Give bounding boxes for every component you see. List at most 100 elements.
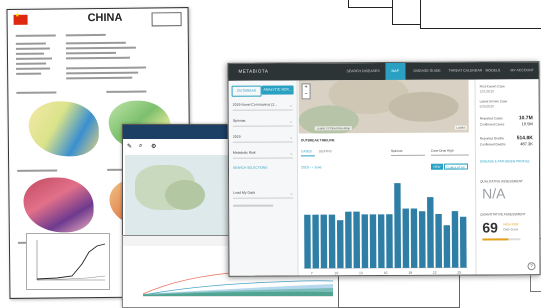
bar-19[interactable]	[451, 211, 459, 268]
tab-cases[interactable]: CASES	[300, 148, 315, 157]
bar-14[interactable]	[410, 208, 418, 268]
new-toggle[interactable]: NEW	[430, 163, 444, 170]
background-card-3	[420, 0, 541, 29]
window-title-bar	[123, 125, 233, 139]
x-axis	[303, 267, 468, 269]
bar-7[interactable]	[353, 211, 361, 269]
outbreak-timeline: OUTBREAK TIMELINE CASES DEATHS Spinnas C…	[298, 134, 472, 276]
bar-1[interactable]	[304, 214, 311, 269]
bar-16[interactable]	[427, 197, 434, 268]
location-filter[interactable]: Spinnas	[390, 147, 425, 156]
outbreak-map[interactable]: + − Leaflet | © OpenStreetMap Leaflet	[298, 79, 469, 134]
reported-cases-label: Reported Cases	[479, 116, 503, 121]
load-data-select[interactable]: Load My Data ⌄	[233, 188, 294, 199]
risk-level: HIGH RISK	[503, 222, 519, 227]
confirmed-deaths-value: 487.3K	[520, 141, 533, 147]
first-case-date: 12/1/2019	[479, 89, 494, 94]
zoom-controls[interactable]: + −	[301, 83, 311, 100]
nav-map[interactable]: MAP	[385, 62, 406, 80]
disease-profile-link[interactable]: DISEASE & PATHOGEN PROFILE	[480, 159, 530, 163]
bar-12[interactable]	[394, 183, 402, 268]
quantitative-label: QUANTITATIVE ASSESSMENT	[480, 212, 526, 217]
pencil-icon[interactable]: ✎	[127, 143, 132, 150]
x-tick-label: 10	[334, 271, 338, 275]
year-picker[interactable]: 2020 ‹ › June	[301, 165, 322, 169]
first-case-label: First Known Case	[479, 84, 505, 89]
latest-case-date: 6/26/2020	[479, 104, 494, 109]
x-tick-label: 16	[384, 271, 388, 275]
qualitative-value: N/A	[482, 185, 506, 202]
toolbar-icons: ✎ ⌕ ⚙	[127, 143, 167, 151]
risk-select[interactable]: Metabolic Risk ⌄	[232, 148, 293, 159]
chevron-down-icon: ⌄	[289, 134, 293, 140]
nav-search-diseases[interactable]: SEARCH DISEASES	[346, 69, 379, 73]
quantitative-score: 69	[482, 219, 498, 236]
x-tick-label: 25	[457, 271, 461, 275]
confirmed-deaths-label: Confirmed Deaths	[479, 142, 506, 147]
map-view[interactable]	[125, 155, 231, 235]
disease-select[interactable]: 2019 Novel Coronavirus (2... ⌄	[232, 100, 293, 111]
china-map-3	[23, 177, 94, 233]
tab-deaths[interactable]: DEATHS	[319, 148, 335, 155]
page-title: CHINA	[87, 11, 123, 25]
data-score-label: Data Score	[503, 227, 519, 232]
chevron-down-icon: ⌄	[289, 102, 293, 108]
bar-6[interactable]	[345, 211, 352, 269]
settings-icon[interactable]: ⚙	[151, 143, 156, 150]
tab-outbreak[interactable]: OUTBREAK	[231, 85, 262, 97]
china-flag-icon	[13, 14, 28, 25]
bar-5[interactable]	[336, 220, 344, 269]
nav-my-account[interactable]: MY ACCOUNT	[510, 68, 533, 72]
confirmed-cases-label: Confirmed Cases	[479, 122, 505, 127]
search-selections-link[interactable]: SEARCH SELECTIONS	[233, 166, 267, 170]
bar-3[interactable]	[320, 214, 328, 269]
selection-panel: OUTBREAK ANALYTIC SCR... 2019 Novel Coro…	[228, 80, 299, 276]
map-attribution-right: Leaflet	[454, 125, 467, 130]
year-select[interactable]: 2019 ⌄	[232, 132, 293, 143]
chevron-down-icon: ⌄	[289, 118, 293, 124]
bar-8[interactable]	[361, 214, 369, 269]
latest-case-label: Latest Known Case	[479, 99, 508, 104]
bar-11[interactable]	[386, 214, 393, 268]
bar-10[interactable]	[377, 214, 385, 269]
bar-4[interactable]	[328, 214, 336, 269]
china-map-1	[28, 101, 100, 157]
nav-disease-guide[interactable]: DISEASE GUIDE	[413, 69, 440, 73]
line-chart-svg	[36, 240, 106, 281]
bar-9[interactable]	[369, 214, 377, 269]
top-nav-bar: METABIOTA SEARCH DISEASES MAP DISEASE GU…	[228, 62, 539, 81]
timeline-title: OUTBREAK TIMELINE	[300, 138, 335, 143]
x-tick-label: 7	[311, 271, 313, 275]
cumulative-line-chart	[26, 233, 110, 290]
confirmed-cases-value: 10.5M	[521, 121, 533, 127]
x-tick-label: 19	[408, 271, 412, 275]
nav-models[interactable]: MODELS	[485, 68, 500, 72]
score-bar	[482, 238, 521, 241]
metric-filter[interactable]: Case Drop High	[430, 147, 469, 156]
search-icon[interactable]: ⌕	[139, 143, 142, 150]
stats-panel: First Known Case 12/1/2019 Latest Known …	[474, 79, 540, 275]
bar-chart: 7 10 13 16 19 22 25	[303, 183, 468, 275]
cumulative-toggle[interactable]: CUMULATIVE	[443, 163, 469, 170]
placeholder-line	[233, 204, 274, 207]
tab-analytic[interactable]: ANALYTIC SCR...	[261, 85, 294, 95]
map-attribution: Leaflet | © OpenStreetMap	[314, 126, 353, 131]
qualitative-label: QUALITATIVE ASSESSMENT	[480, 179, 523, 184]
location-select[interactable]: Spinnas ⌄	[232, 116, 293, 127]
bar-13[interactable]	[402, 208, 410, 268]
chevron-down-icon: ⌄	[289, 150, 293, 156]
app-logo[interactable]: METABIOTA	[238, 69, 268, 74]
x-tick-label: 22	[433, 271, 437, 275]
bar-17[interactable]	[435, 214, 443, 268]
reported-deaths-label: Reported Deaths	[479, 136, 504, 141]
bar-2[interactable]	[312, 214, 320, 269]
chevron-down-icon: ⌄	[289, 190, 294, 196]
x-tick-label: 13	[359, 271, 363, 275]
logo-icon	[151, 12, 182, 27]
bar-15[interactable]	[418, 211, 426, 268]
bar-20[interactable]	[459, 216, 467, 268]
bar-18[interactable]	[443, 225, 451, 268]
help-icon[interactable]: ?	[527, 262, 536, 271]
metabiota-dashboard-window: METABIOTA SEARCH DISEASES MAP DISEASE GU…	[227, 61, 541, 277]
nav-threat-calendar[interactable]: THREAT CALENDAR	[448, 68, 482, 72]
